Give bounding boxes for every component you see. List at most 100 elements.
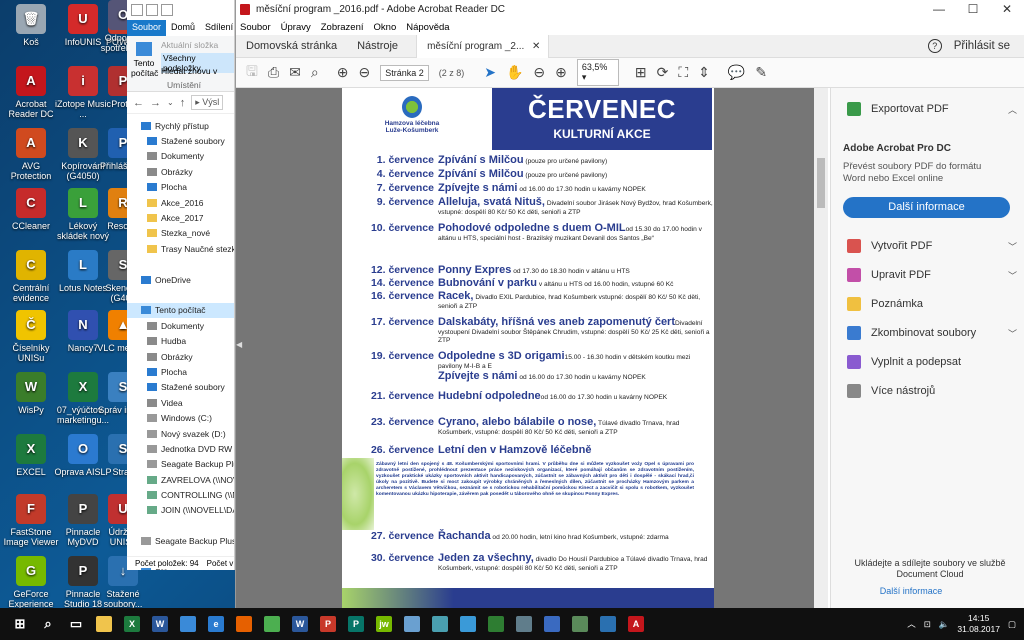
- ribbon-tab[interactable]: Sdílení: [200, 20, 234, 36]
- taskbar-edge[interactable]: e: [202, 608, 230, 640]
- tree-item[interactable]: CONTROLLING (\\NOC: [127, 487, 234, 502]
- minimize-button[interactable]: —: [922, 0, 956, 19]
- full-screen-icon[interactable]: ⛶: [678, 64, 688, 81]
- tree-item[interactable]: Akce_2016: [127, 195, 234, 210]
- tab-home[interactable]: Domovská stránka: [236, 35, 347, 58]
- taskbar-acrobat[interactable]: A: [622, 608, 650, 640]
- tree-item[interactable]: Dokumenty: [127, 318, 234, 333]
- properties-icon[interactable]: [146, 4, 158, 16]
- desktop-icon[interactable]: 🗑 Koš: [2, 4, 60, 47]
- desktop-icon[interactable]: G GeForce Experience: [2, 556, 60, 609]
- sign-in-link[interactable]: Přihlásit se: [954, 40, 1010, 52]
- taskbar-app-c[interactable]: [454, 608, 482, 640]
- menu-item[interactable]: Soubor: [240, 22, 271, 33]
- desktop-icon[interactable]: C Centrální evidence: [2, 250, 60, 303]
- taskbar-start[interactable]: ⊞: [6, 608, 34, 640]
- tree-item[interactable]: Obrázky: [127, 349, 234, 364]
- tree-item[interactable]: Seagate Backup Plus D: [127, 457, 234, 472]
- tree-item[interactable]: Trasy Naučné stezky: [127, 241, 234, 256]
- search-icon[interactable]: ⌕: [311, 64, 319, 81]
- menu-item[interactable]: Zobrazení: [321, 22, 364, 33]
- desktop-icon[interactable]: C CCleaner: [2, 188, 60, 231]
- menu-item[interactable]: Okno: [374, 22, 397, 33]
- taskbar-chrome[interactable]: [258, 608, 286, 640]
- quick-access-icon[interactable]: [131, 4, 143, 16]
- tree-item[interactable]: Plocha: [127, 180, 234, 195]
- address-bar[interactable]: ▸ Výsl: [191, 95, 224, 110]
- desktop-icon[interactable]: W WisPy: [2, 372, 60, 415]
- vertical-scrollbar[interactable]: [814, 88, 828, 608]
- hand-tool-icon[interactable]: ✋: [506, 64, 523, 81]
- email-icon[interactable]: ✉: [289, 64, 301, 81]
- taskbar-app-b[interactable]: [426, 608, 454, 640]
- taskbar-app-h[interactable]: [594, 608, 622, 640]
- tool-item[interactable]: Poznámka: [847, 297, 1017, 311]
- next-page-icon[interactable]: ⊖: [358, 64, 370, 81]
- this-pc-pin[interactable]: Tento počítač: [131, 42, 158, 78]
- tool-item[interactable]: Vyplnit a podepsat: [847, 355, 1017, 369]
- desktop-icon[interactable]: Č Číselníky UNISu: [2, 310, 60, 363]
- tree-item[interactable]: Videa: [127, 395, 234, 410]
- page-number-field[interactable]: Stránka 2: [380, 64, 429, 81]
- tree-item[interactable]: Nový svazek (D:): [127, 426, 234, 441]
- tree-item[interactable]: Jednotka DVD RW (E:): [127, 441, 234, 456]
- select-tool-icon[interactable]: ➤: [484, 64, 496, 81]
- taskbar-app-a[interactable]: [398, 608, 426, 640]
- print-icon[interactable]: ⎙: [268, 64, 279, 81]
- new-folder-icon[interactable]: [161, 4, 173, 16]
- taskbar-jw[interactable]: jw: [370, 608, 398, 640]
- taskbar-task-view[interactable]: ▭: [62, 608, 90, 640]
- tray-chevron-icon[interactable]: ︿: [907, 618, 916, 630]
- fit-page-icon[interactable]: ⊞: [635, 64, 647, 81]
- search-again-option[interactable]: Hledat znovu v: [161, 66, 217, 76]
- prev-page-icon[interactable]: ⊕: [337, 64, 349, 81]
- taskbar-search[interactable]: ⌕: [34, 608, 62, 640]
- taskbar-store[interactable]: [174, 608, 202, 640]
- dropdown-icon[interactable]: ⌄: [167, 98, 174, 107]
- clock[interactable]: 14:15 31.08.2017: [957, 613, 1000, 635]
- document-viewer[interactable]: Hamzova léčebna Luže-Košumberk ČERVENEC …: [236, 88, 828, 608]
- ribbon-tab[interactable]: Domů: [166, 20, 200, 36]
- taskbar-app-g[interactable]: [566, 608, 594, 640]
- forward-icon[interactable]: →: [150, 97, 161, 109]
- more-info-button[interactable]: Další informace: [843, 197, 1010, 218]
- tree-item[interactable]: Stezka_nové: [127, 226, 234, 241]
- network-icon[interactable]: ⊡: [924, 619, 931, 630]
- taskbar-publisher[interactable]: P: [342, 608, 370, 640]
- tool-item[interactable]: Upravit PDF ﹀: [847, 268, 1017, 282]
- taskbar-app-f[interactable]: [538, 608, 566, 640]
- collapse-left-icon[interactable]: ◀: [236, 340, 242, 349]
- menu-item[interactable]: Úpravy: [281, 22, 311, 33]
- taskbar-app-d[interactable]: [482, 608, 510, 640]
- tree-item[interactable]: Stažené soubory: [127, 133, 234, 148]
- back-icon[interactable]: ←: [133, 97, 144, 109]
- taskbar-word[interactable]: W: [146, 608, 174, 640]
- tab-tools[interactable]: Nástroje: [347, 35, 408, 58]
- tab-document[interactable]: měsíční program _2... ✕: [416, 34, 550, 58]
- scroll-mode-icon[interactable]: ⇕: [698, 64, 710, 81]
- tree-item[interactable]: Rychlý přístup: [127, 118, 234, 133]
- tree-item[interactable]: Dokumenty: [127, 149, 234, 164]
- help-icon[interactable]: ?: [927, 39, 942, 53]
- tree-item[interactable]: Windows (C:): [127, 410, 234, 425]
- desktop-icon[interactable]: A AVG Protection: [2, 128, 60, 181]
- volume-icon[interactable]: 🔈: [939, 619, 950, 630]
- scroll-thumb[interactable]: [817, 158, 825, 208]
- cloud-more-link[interactable]: Další informace: [845, 586, 977, 596]
- desktop-icon[interactable]: X EXCEL: [2, 434, 60, 477]
- tree-item[interactable]: Hudba: [127, 333, 234, 348]
- pen-icon[interactable]: ✎: [755, 64, 767, 81]
- zoom-in-icon[interactable]: ⊕: [555, 64, 567, 81]
- taskbar-firefox[interactable]: [230, 608, 258, 640]
- tool-item[interactable]: Více nástrojů: [847, 384, 1017, 398]
- tool-item[interactable]: Vytvořit PDF ﹀: [847, 239, 1017, 253]
- up-icon[interactable]: ↑: [180, 97, 186, 109]
- tree-item[interactable]: Plocha: [127, 364, 234, 379]
- save-icon[interactable]: 🖫: [246, 61, 258, 85]
- taskbar-app-e[interactable]: [510, 608, 538, 640]
- tree-item[interactable]: Stažené soubory: [127, 380, 234, 395]
- ribbon-tab[interactable]: Soubor: [127, 20, 167, 36]
- tree-item[interactable]: JOIN (\\NOVELL\DATA: [127, 503, 234, 518]
- menu-item[interactable]: Nápověda: [406, 22, 449, 33]
- tool-item[interactable]: Zkombinovat soubory ﹀: [847, 326, 1017, 340]
